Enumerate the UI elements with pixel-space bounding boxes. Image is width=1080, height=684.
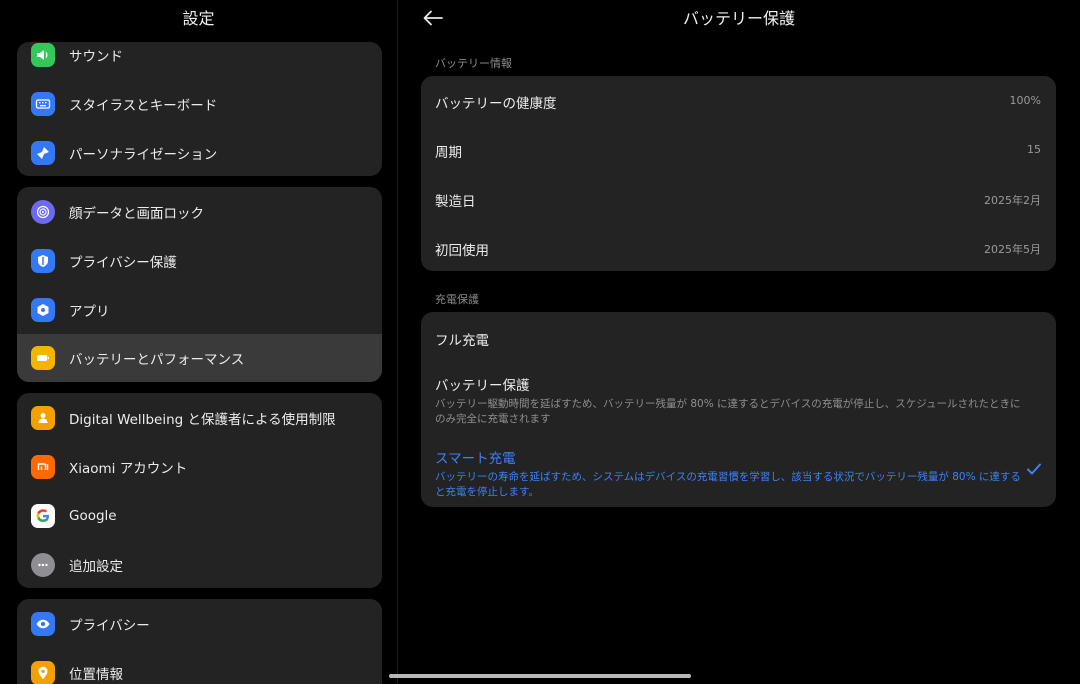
eye-icon: [31, 611, 55, 636]
xiaomi-icon: [31, 454, 55, 479]
sidebar-item-label: Google: [69, 507, 117, 524]
sidebar-item-label: 顔データと画面ロック: [69, 205, 204, 222]
keyboard-icon: [31, 91, 55, 116]
option-smart-charging[interactable]: スマート充電 バッテリーの寿命を延ばすため、システムはデバイスの充電習慣を学習し…: [435, 447, 1035, 500]
sidebar-item-label: 追加設定: [69, 558, 123, 575]
sidebar-item-xiaomi-account[interactable]: Xiaomi アカウント: [17, 442, 382, 491]
info-value: 2025年5月: [984, 243, 1041, 256]
settings-group-3: Digital Wellbeing と保護者による使用制限 Xiaomi アカウ…: [17, 393, 382, 588]
info-row-first-use: 初回使用 2025年5月: [421, 223, 1056, 272]
sidebar-item-google[interactable]: Google: [17, 491, 382, 540]
back-arrow-icon: [423, 10, 443, 26]
info-value: 2025年2月: [984, 194, 1041, 207]
location-icon: [31, 660, 55, 684]
back-button[interactable]: [420, 6, 446, 30]
face-lock-icon: [31, 199, 55, 224]
section-label-charge-protection: 充電保護: [435, 293, 479, 306]
sidebar-title: 設定: [182, 9, 215, 28]
sidebar-item-personalization[interactable]: パーソナライゼーション: [17, 128, 382, 176]
sidebar-item-additional-settings[interactable]: 追加設定: [17, 540, 382, 588]
sidebar-item-battery-performance[interactable]: バッテリーとパフォーマンス: [17, 334, 382, 382]
battery-icon: [31, 346, 55, 370]
page-title: バッテリー保護: [682, 9, 795, 28]
apps-icon: [31, 297, 55, 322]
option-battery-protection[interactable]: バッテリー保護 バッテリー駆動時間を延ばすため、バッテリー残量が 80% に達す…: [435, 374, 1035, 427]
sidebar-item-label: プライバシー: [69, 617, 150, 634]
info-value: 15: [1027, 143, 1041, 156]
option-description: バッテリー駆動時間を延ばすため、バッテリー残量が 80% に達するとデバイスの充…: [435, 398, 1021, 425]
sidebar-item-location[interactable]: 位置情報: [17, 648, 382, 684]
info-key: 周期: [435, 145, 462, 161]
settings-group-1: サウンド スタイラスとキーボード パーソナライゼーション: [17, 42, 382, 176]
info-key: 製造日: [435, 194, 476, 210]
more-icon: [31, 552, 55, 577]
sidebar-item-label: Xiaomi アカウント: [69, 460, 188, 477]
personalization-icon: [31, 140, 55, 165]
battery-info-card: バッテリーの健康度 100% 周期 15 製造日 2025年2月 初回使用 20…: [421, 76, 1056, 271]
info-key: バッテリーの健康度: [435, 96, 557, 112]
sidebar-item-label: スタイラスとキーボード: [69, 97, 218, 114]
sidebar-item-digital-wellbeing[interactable]: Digital Wellbeing と保護者による使用制限: [17, 393, 382, 442]
sidebar-item-stylus-keyboard[interactable]: スタイラスとキーボード: [17, 79, 382, 128]
option-description: バッテリーの寿命を延ばすため、システムはデバイスの充電習慣を学習し、該当する状況…: [435, 471, 1021, 498]
sound-icon: [31, 42, 55, 67]
sidebar-item-privacy-protection[interactable]: プライバシー保護: [17, 236, 382, 285]
info-row-health: バッテリーの健康度 100%: [421, 76, 1056, 125]
wellbeing-icon: [31, 405, 55, 430]
settings-screen: 設定 サウンド スタイラスとキーボード パーソナライゼーション 顔データと画面ロ…: [0, 0, 1080, 684]
sidebar-item-face-lock[interactable]: 顔データと画面ロック: [17, 187, 382, 236]
sidebar-item-label: 位置情報: [69, 666, 123, 683]
option-full-charge[interactable]: フル充電: [435, 329, 1035, 349]
sidebar-item-label: バッテリーとパフォーマンス: [69, 352, 245, 368]
sidebar-item-label: パーソナライゼーション: [69, 146, 218, 163]
sidebar-item-privacy[interactable]: プライバシー: [17, 599, 382, 648]
settings-group-2: 顔データと画面ロック プライバシー保護 アプリ バッテリーとパフォーマンス: [17, 187, 382, 382]
info-row-cycles: 周期 15: [421, 125, 1056, 174]
option-title: バッテリー保護: [435, 378, 530, 394]
info-value: 100%: [1009, 94, 1041, 107]
sidebar-item-label: アプリ: [69, 303, 110, 320]
option-title: スマート充電: [435, 451, 516, 467]
sidebar-item-sound[interactable]: サウンド: [17, 42, 382, 79]
info-row-manufacture-date: 製造日 2025年2月: [421, 174, 1056, 223]
sidebar-item-label: サウンド: [69, 48, 123, 65]
sidebar-item-label: プライバシー保護: [69, 254, 177, 271]
option-title: フル充電: [435, 333, 489, 349]
settings-sidebar: 設定 サウンド スタイラスとキーボード パーソナライゼーション 顔データと画面ロ…: [0, 0, 397, 684]
sidebar-item-label: Digital Wellbeing と保護者による使用制限: [69, 411, 336, 428]
section-label-battery-info: バッテリー情報: [435, 57, 512, 70]
sidebar-item-apps[interactable]: アプリ: [17, 285, 382, 334]
charge-protection-card: フル充電 バッテリー保護 バッテリー駆動時間を延ばすため、バッテリー残量が 80…: [421, 312, 1056, 507]
home-indicator[interactable]: [389, 674, 691, 678]
settings-group-4: プライバシー 位置情報: [17, 599, 382, 684]
google-icon: [31, 503, 55, 528]
info-key: 初回使用: [435, 243, 489, 259]
privacy-shield-icon: [31, 248, 55, 273]
checkmark-icon: [1027, 463, 1041, 475]
battery-protection-pane: バッテリー保護 バッテリー情報 バッテリーの健康度 100% 周期 15 製造日…: [398, 0, 1080, 684]
